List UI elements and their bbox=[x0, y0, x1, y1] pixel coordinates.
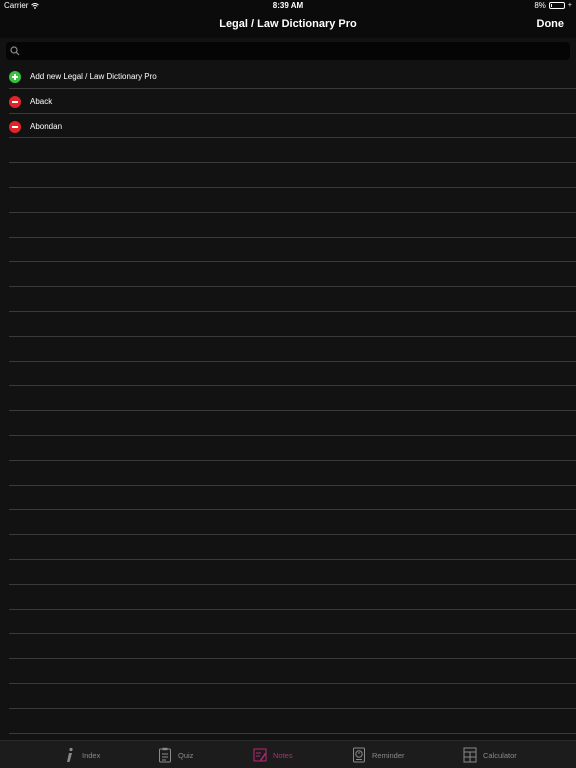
tab-quiz[interactable]: Quiz bbox=[158, 741, 193, 768]
empty-row bbox=[9, 659, 576, 684]
info-icon bbox=[62, 747, 76, 763]
search-icon bbox=[10, 46, 20, 56]
list-item-label: Add new Legal / Law Dictionary Pro bbox=[30, 72, 157, 81]
battery-percent: 8% bbox=[534, 1, 546, 10]
empty-row bbox=[9, 436, 576, 461]
empty-row bbox=[9, 188, 576, 213]
empty-row bbox=[9, 510, 576, 536]
add-icon[interactable] bbox=[9, 71, 21, 83]
notes-icon bbox=[253, 747, 267, 763]
tab-calculator[interactable]: Calculator bbox=[463, 741, 517, 768]
empty-row bbox=[9, 163, 576, 188]
delete-icon[interactable] bbox=[9, 120, 21, 133]
empty-row bbox=[9, 560, 576, 585]
empty-row bbox=[9, 535, 576, 560]
empty-row bbox=[9, 386, 576, 412]
done-button[interactable]: Done bbox=[537, 18, 565, 30]
empty-row bbox=[9, 312, 576, 337]
empty-row bbox=[9, 610, 576, 635]
tab-label: Index bbox=[82, 750, 101, 760]
page-title: Legal / Law Dictionary Pro bbox=[219, 18, 357, 30]
tab-label: Reminder bbox=[372, 750, 405, 760]
status-right: 8% + bbox=[534, 1, 572, 10]
tab-label: Notes bbox=[273, 750, 293, 760]
list-item[interactable]: Abondan bbox=[9, 114, 576, 139]
search-bar bbox=[0, 38, 576, 64]
empty-row bbox=[9, 684, 576, 709]
empty-row bbox=[9, 585, 576, 610]
tab-label: Calculator bbox=[483, 750, 517, 760]
empty-row bbox=[9, 634, 576, 660]
empty-row bbox=[9, 486, 576, 511]
list-item-label: Aback bbox=[30, 96, 53, 106]
clipboard-icon bbox=[158, 747, 172, 763]
search-input[interactable] bbox=[24, 44, 564, 58]
empty-row bbox=[9, 411, 576, 436]
charging-icon: + bbox=[567, 2, 572, 9]
tab-index[interactable]: Index bbox=[62, 741, 100, 768]
alarm-icon bbox=[352, 747, 366, 763]
list-item[interactable]: Aback bbox=[9, 89, 576, 114]
empty-row bbox=[9, 337, 576, 362]
empty-row bbox=[9, 287, 576, 312]
empty-row bbox=[9, 461, 576, 486]
empty-row bbox=[9, 213, 576, 238]
status-time: 8:39 AM bbox=[272, 1, 304, 10]
tab-notes[interactable]: Notes bbox=[253, 741, 293, 768]
empty-row bbox=[9, 238, 576, 263]
navigation-bar: Legal / Law Dictionary Pro Done bbox=[0, 12, 576, 38]
notes-list: Add new Legal / Law Dictionary Pro Aback A… bbox=[0, 64, 576, 740]
list-item-label: Abondan bbox=[30, 121, 63, 131]
search-field[interactable] bbox=[6, 42, 570, 60]
tab-label: Quiz bbox=[178, 750, 194, 760]
status-bar: Carrier 8:39 AM 8% + bbox=[0, 0, 576, 12]
empty-row bbox=[9, 709, 576, 734]
battery-icon bbox=[548, 2, 565, 9]
empty-row bbox=[9, 262, 576, 288]
tab-bar: Index Quiz Notes Reminder Calculator bbox=[0, 740, 576, 768]
delete-icon[interactable] bbox=[9, 95, 21, 108]
calculator-icon bbox=[463, 747, 477, 763]
battery-fill bbox=[550, 4, 552, 7]
empty-row bbox=[9, 362, 576, 387]
add-note-row[interactable]: Add new Legal / Law Dictionary Pro bbox=[9, 64, 576, 89]
tab-reminder[interactable]: Reminder bbox=[352, 741, 405, 768]
empty-row bbox=[9, 138, 576, 164]
